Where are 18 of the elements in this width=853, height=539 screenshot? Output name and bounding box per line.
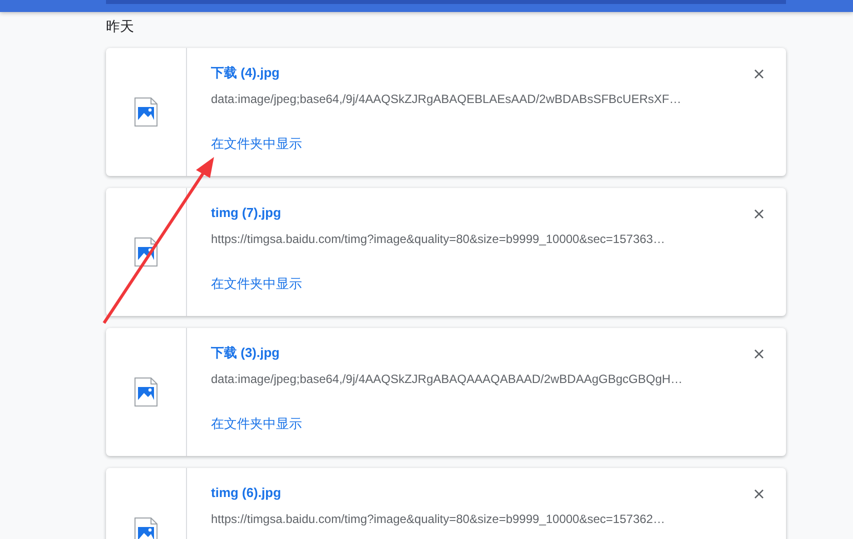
show-in-folder-link[interactable]: 在文件夹中显示	[211, 275, 302, 293]
close-button[interactable]	[752, 487, 766, 501]
source-url: data:image/jpeg;base64,/9j/4AAQSkZJRgABAQAAAQABAAD/2wBDAAgGBgcGBQgH…	[211, 371, 683, 388]
close-button[interactable]	[752, 347, 766, 361]
source-url: https://timgsa.baidu.com/timg?image&quality=80&size=b9999_10000&sec=157363…	[211, 231, 665, 248]
source-url: https://timgsa.baidu.com/timg?image&quality=80&size=b9999_10000&sec=157362…	[211, 511, 665, 528]
source-url: data:image/jpeg;base64,/9j/4AAQSkZJRgABAQEBLAEsAAD/2wBDABsSFBcUERsXF…	[211, 91, 682, 108]
close-button[interactable]	[752, 207, 766, 221]
file-name-link[interactable]: 下载 (4).jpg	[211, 64, 280, 82]
date-label: 昨天	[106, 17, 135, 36]
file-name-link[interactable]: timg (6).jpg	[211, 484, 282, 502]
image-file-icon	[134, 97, 158, 127]
show-in-folder-link[interactable]: 在文件夹中显示	[211, 135, 302, 153]
file-name-link[interactable]: timg (7).jpg	[211, 204, 282, 222]
show-in-folder-link[interactable]: 在文件夹中显示	[211, 415, 302, 433]
file-name-link[interactable]: 下载 (3).jpg	[211, 344, 280, 362]
image-file-icon	[134, 377, 158, 407]
close-button[interactable]	[752, 67, 766, 81]
